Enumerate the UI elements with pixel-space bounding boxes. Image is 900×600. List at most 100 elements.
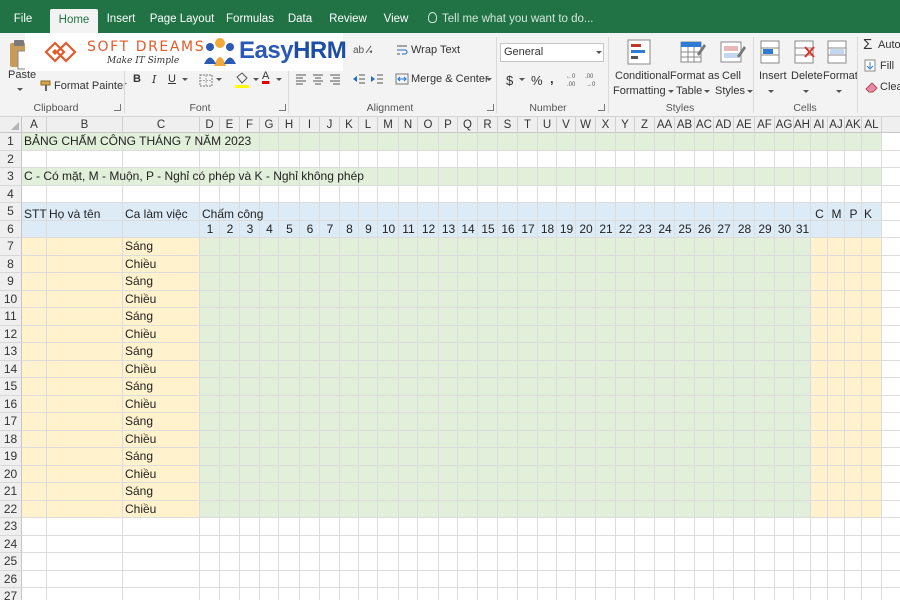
day-header-14[interactable]: 14: [458, 221, 478, 239]
increase-indent-icon[interactable]: [370, 73, 384, 85]
font-color-dropdown[interactable]: [274, 73, 282, 85]
conditional-formatting-icon[interactable]: [627, 39, 653, 67]
shift-cell[interactable]: Sáng: [125, 273, 153, 291]
row-header-3[interactable]: 3: [0, 168, 22, 186]
column-header-o[interactable]: O: [418, 117, 439, 133]
row-header-21[interactable]: 21: [0, 483, 22, 501]
shift-cell[interactable]: Chiều: [125, 466, 156, 484]
day-header-27[interactable]: 27: [714, 221, 734, 239]
increase-decimal-icon[interactable]: ←0 .00: [566, 71, 582, 87]
font-color-button[interactable]: A: [262, 70, 269, 82]
day-header-2[interactable]: 2: [220, 221, 240, 239]
spreadsheet-grid[interactable]: A B C D E F G H I J K L M N O P Q R S T U V W X Y Z AA AB AC AD AE AF AG…: [0, 117, 900, 600]
row-header-12[interactable]: 12: [0, 325, 22, 343]
merge-center-icon[interactable]: [395, 73, 409, 85]
column-header-d[interactable]: D: [200, 117, 220, 133]
tab-view[interactable]: View: [380, 0, 412, 33]
alignment-launcher[interactable]: [487, 104, 494, 111]
day-header-29[interactable]: 29: [755, 221, 775, 239]
cell-styles-line2[interactable]: Styles: [715, 85, 753, 97]
column-header-j[interactable]: J: [320, 117, 340, 133]
bold-button[interactable]: B: [133, 73, 141, 85]
column-header-ab[interactable]: AB: [675, 117, 695, 133]
day-header-26[interactable]: 26: [695, 221, 714, 239]
comma-button[interactable]: ,: [550, 71, 554, 86]
day-header-19[interactable]: 19: [557, 221, 576, 239]
header-name-cell[interactable]: Họ và tên: [49, 206, 100, 224]
column-header-ai[interactable]: AI: [811, 117, 828, 133]
row-header-25[interactable]: 25: [0, 553, 22, 571]
shift-cell[interactable]: Sáng: [125, 448, 153, 466]
shift-cell[interactable]: Sáng: [125, 378, 153, 396]
eraser-icon[interactable]: [864, 81, 878, 93]
format-dropdown[interactable]: [834, 85, 842, 97]
column-header-g[interactable]: G: [260, 117, 279, 133]
row-header-2[interactable]: 2: [0, 150, 22, 168]
header-summary-k[interactable]: K: [864, 206, 872, 224]
day-header-23[interactable]: 23: [635, 221, 655, 239]
column-header-ae[interactable]: AE: [734, 117, 755, 133]
shift-cell[interactable]: Chiều: [125, 256, 156, 274]
tab-data[interactable]: Data: [284, 0, 316, 33]
shift-cell[interactable]: Sáng: [125, 238, 153, 256]
row-header-11[interactable]: 11: [0, 308, 22, 326]
format-as-table-line2[interactable]: Table: [676, 85, 711, 97]
fill-color-dropdown[interactable]: [251, 73, 259, 85]
column-header-k[interactable]: K: [340, 117, 359, 133]
column-header-a[interactable]: A: [22, 117, 47, 133]
row-header-1[interactable]: 1: [0, 133, 22, 151]
column-header-n[interactable]: N: [399, 117, 418, 133]
tab-formulas[interactable]: Formulas: [223, 0, 277, 33]
clipboard-launcher[interactable]: [114, 104, 121, 111]
day-header-1[interactable]: 1: [200, 221, 220, 239]
fill-down-icon[interactable]: [864, 59, 876, 72]
wrap-text-button[interactable]: Wrap Text: [411, 44, 460, 56]
align-right-icon[interactable]: [329, 73, 341, 85]
conditional-formatting-line2[interactable]: Formatting: [613, 85, 674, 97]
shift-cell[interactable]: Chiều: [125, 291, 156, 309]
wrap-text-icon[interactable]: [396, 44, 408, 56]
number-format-dropdown[interactable]: [594, 46, 602, 58]
fill-color-icon[interactable]: [234, 71, 250, 89]
row-header-24[interactable]: 24: [0, 535, 22, 553]
underline-dropdown[interactable]: [180, 73, 188, 85]
font-launcher[interactable]: [279, 104, 286, 111]
column-header-m[interactable]: M: [378, 117, 399, 133]
column-header-y[interactable]: Y: [616, 117, 635, 133]
format-button[interactable]: Format: [823, 70, 858, 82]
column-header-u[interactable]: U: [538, 117, 557, 133]
column-header-w[interactable]: W: [576, 117, 596, 133]
row-header-20[interactable]: 20: [0, 465, 22, 483]
row-header-16[interactable]: 16: [0, 395, 22, 413]
column-header-ac[interactable]: AC: [695, 117, 714, 133]
delete-dropdown[interactable]: [801, 85, 809, 97]
cell-area[interactable]: BẢNG CHẤM CÔNG THÁNG 7 NĂM 2023 C - Có mặ…: [21, 133, 900, 600]
align-center-icon[interactable]: [312, 73, 324, 85]
row-header-17[interactable]: 17: [0, 413, 22, 431]
column-header-f[interactable]: F: [240, 117, 260, 133]
day-header-12[interactable]: 12: [418, 221, 439, 239]
header-summary-p[interactable]: P: [845, 206, 862, 224]
column-header-e[interactable]: E: [220, 117, 240, 133]
column-header-r[interactable]: R: [478, 117, 498, 133]
insert-dropdown[interactable]: [766, 85, 774, 97]
day-header-9[interactable]: 9: [359, 221, 378, 239]
header-summary-m[interactable]: M: [828, 206, 845, 224]
shift-cell[interactable]: Chiều: [125, 501, 156, 519]
shift-cell[interactable]: Chiều: [125, 396, 156, 414]
row-header-10[interactable]: 10: [0, 290, 22, 308]
sheet-legend-cell[interactable]: C - Có mặt, M - Muộn, P - Nghỉ có phép v…: [24, 168, 364, 186]
shift-cell[interactable]: Chiều: [125, 326, 156, 344]
day-header-10[interactable]: 10: [378, 221, 399, 239]
borders-icon[interactable]: [199, 74, 213, 87]
column-header-aj[interactable]: AJ: [828, 117, 845, 133]
day-header-28[interactable]: 28: [734, 221, 755, 239]
conditional-formatting-line1[interactable]: Conditional: [615, 70, 670, 82]
cell-styles-icon[interactable]: [720, 39, 746, 67]
day-header-30[interactable]: 30: [775, 221, 794, 239]
row-header-9[interactable]: 9: [0, 273, 22, 291]
tab-file[interactable]: File: [6, 0, 40, 33]
day-header-4[interactable]: 4: [260, 221, 279, 239]
underline-button[interactable]: U: [168, 73, 176, 85]
column-header-ak[interactable]: AK: [845, 117, 862, 133]
